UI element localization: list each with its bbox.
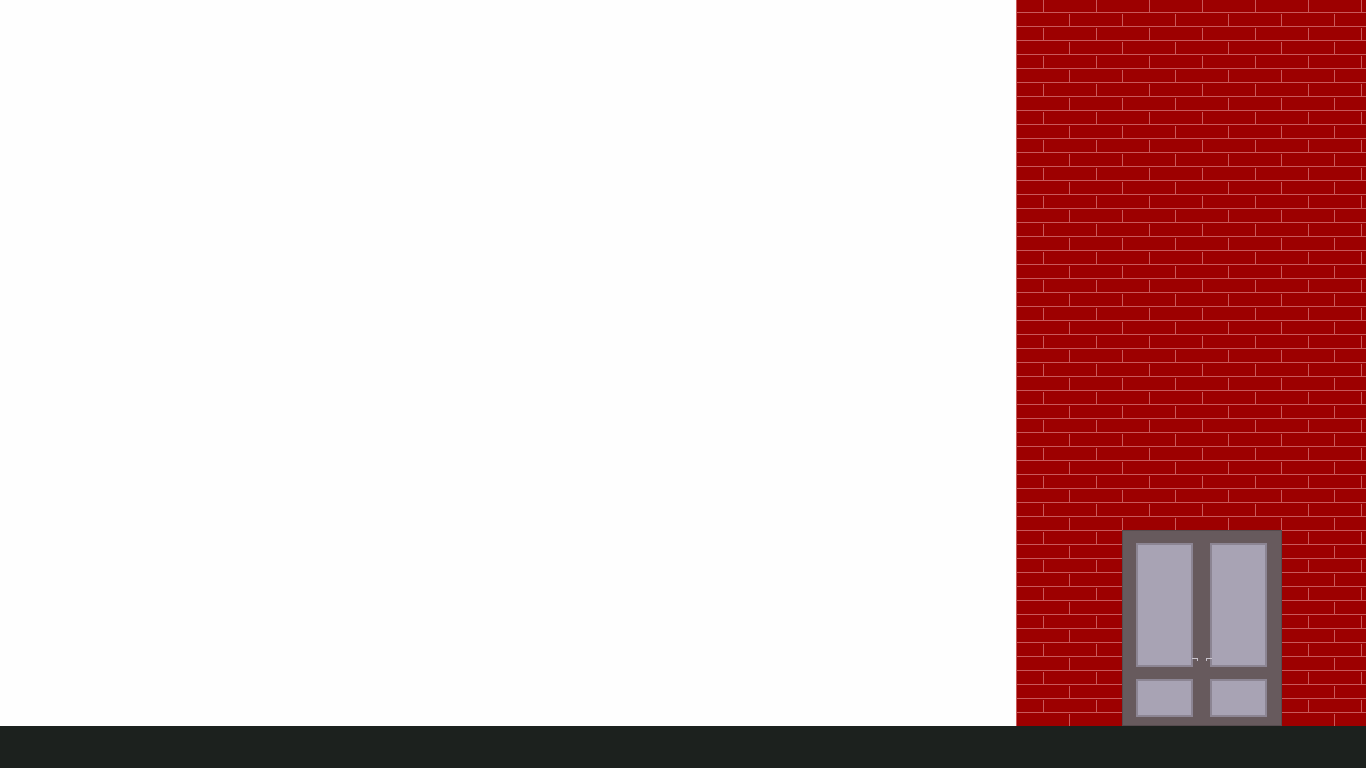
game-scene: [0, 0, 1366, 768]
ground-strip: [0, 726, 1366, 768]
sky-background: [0, 0, 1016, 726]
double-door[interactable]: [1122, 530, 1282, 726]
door-right-handle-icon[interactable]: [1206, 658, 1212, 661]
door-left-lower-pane: [1136, 679, 1193, 717]
door-right-upper-pane: [1210, 543, 1267, 667]
door-left-handle-icon[interactable]: [1192, 658, 1198, 661]
door-left-upper-pane: [1136, 543, 1193, 667]
brick-building: [1016, 0, 1366, 726]
door-right-lower-pane: [1210, 679, 1267, 717]
